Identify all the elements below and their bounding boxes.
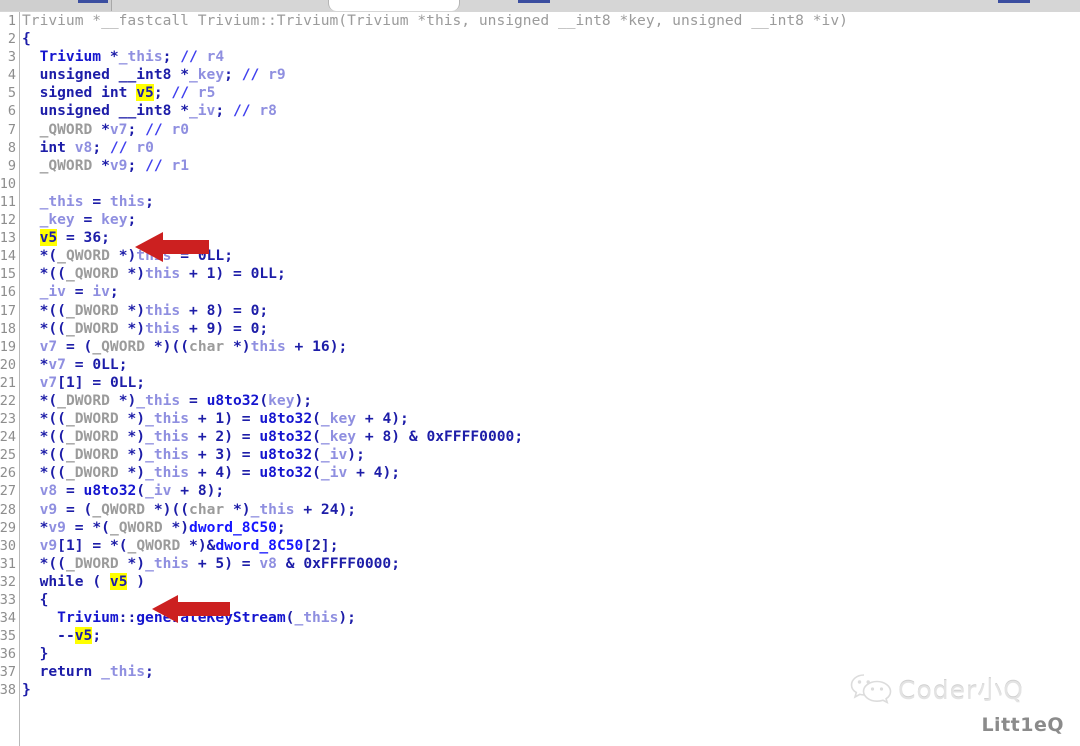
code-line[interactable]: v9 = (_QWORD *)((char *)_this + 24); <box>22 501 1080 519</box>
code-line[interactable]: *((_DWORD *)this + 9) = 0; <box>22 320 1080 338</box>
tab-2[interactable] <box>328 0 460 11</box>
line-number: 2 <box>7 31 16 48</box>
code-line[interactable] <box>22 175 1080 193</box>
arrow-v5-assignment <box>133 230 211 264</box>
line-number: 21 <box>0 374 16 391</box>
code-line[interactable]: int v8; // r0 <box>22 139 1080 157</box>
code-line[interactable]: v8 = u8to32(_iv + 8); <box>22 482 1080 500</box>
line-number: 23 <box>0 411 16 428</box>
line-number: 12 <box>0 212 16 229</box>
code-line[interactable]: *((_DWORD *)this + 8) = 0; <box>22 302 1080 320</box>
pseudocode-editor[interactable]: 1 2 3 4 5 6 7 8 9 10 11 12 13 14 15 16 1… <box>0 12 1080 746</box>
line-number: 1 <box>7 13 16 29</box>
line-number: 8 <box>7 139 16 156</box>
line-number: 18 <box>0 320 16 337</box>
code-line[interactable]: Trivium *_this; // r4 <box>22 48 1080 66</box>
code-line[interactable]: return _this; <box>22 663 1080 681</box>
code-line[interactable]: } <box>22 681 1080 699</box>
line-number: 29 <box>0 519 16 536</box>
tab-3-marker <box>998 0 1030 3</box>
line-number: 35 <box>0 628 16 645</box>
code-line[interactable]: *((_DWORD *)_this + 1) = u8to32(_key + 4… <box>22 410 1080 428</box>
line-number: 7 <box>7 121 16 138</box>
line-number: 38 <box>0 682 16 699</box>
line-number: 13 <box>0 230 16 247</box>
code-area[interactable]: Trivium *__fastcall Trivium::Trivium(Tri… <box>22 12 1080 746</box>
line-number: 11 <box>0 193 16 210</box>
code-line[interactable]: Trivium *__fastcall Trivium::Trivium(Tri… <box>22 12 1080 30</box>
code-line[interactable]: _QWORD *v7; // r0 <box>22 121 1080 139</box>
code-line[interactable]: *(_DWORD *)_this = u8to32(key); <box>22 392 1080 410</box>
arrow-while-v5 <box>150 593 232 625</box>
line-number: 30 <box>0 537 16 554</box>
code-line[interactable]: unsigned __int8 *_key; // r9 <box>22 66 1080 84</box>
code-line[interactable]: while ( v5 ) <box>22 572 1080 591</box>
line-number: 32 <box>0 573 16 590</box>
line-number: 28 <box>0 501 16 518</box>
code-line[interactable]: *v9 = *(_QWORD *)dword_8C50; <box>22 519 1080 537</box>
code-line[interactable]: *((_DWORD *)_this + 4) = u8to32(_iv + 4)… <box>22 464 1080 482</box>
line-number: 22 <box>0 392 16 409</box>
highlighted-token[interactable]: v5 <box>74 627 93 645</box>
highlighted-token[interactable]: v5 <box>136 84 154 102</box>
code-line[interactable]: *((_DWORD *)_this + 5) = v8 & 0xFFFF0000… <box>22 555 1080 573</box>
line-number: 34 <box>0 610 16 627</box>
highlighted-token[interactable]: v5 <box>39 229 58 247</box>
code-line[interactable]: v7[1] = 0LL; <box>22 374 1080 392</box>
line-number: 3 <box>7 49 16 66</box>
code-line[interactable]: v9[1] = *(_QWORD *)&dword_8C50[2]; <box>22 537 1080 555</box>
line-number: 15 <box>0 266 16 283</box>
line-number: 27 <box>0 483 16 500</box>
code-line[interactable]: unsigned __int8 *_iv; // r8 <box>22 102 1080 120</box>
line-number: 4 <box>7 67 16 84</box>
line-number: 37 <box>0 664 16 681</box>
line-number: 17 <box>0 302 16 319</box>
tab-2-marker <box>518 0 550 3</box>
line-number: 31 <box>0 555 16 572</box>
line-number: 24 <box>0 429 16 446</box>
code-line[interactable]: _key = key; <box>22 211 1080 229</box>
line-number: 33 <box>0 592 16 608</box>
code-line[interactable]: { <box>22 30 1080 48</box>
line-number: 5 <box>7 85 16 102</box>
line-number: 36 <box>0 646 16 663</box>
code-line[interactable]: _iv = iv; <box>22 283 1080 301</box>
line-number: 14 <box>0 248 16 265</box>
line-number: 16 <box>0 284 16 301</box>
line-number-gutter: 1 2 3 4 5 6 7 8 9 10 11 12 13 14 15 16 1… <box>0 12 20 746</box>
line-number: 9 <box>7 157 16 174</box>
code-line[interactable]: *((_QWORD *)this + 1) = 0LL; <box>22 265 1080 283</box>
line-number: 26 <box>0 465 16 482</box>
code-line[interactable]: --v5; <box>22 627 1080 645</box>
code-line[interactable]: v7 = (_QWORD *)((char *)this + 16); <box>22 338 1080 356</box>
line-number: 6 <box>7 103 16 120</box>
highlighted-token[interactable]: v5 <box>109 572 128 590</box>
code-line[interactable]: *((_DWORD *)_this + 2) = u8to32(_key + 8… <box>22 428 1080 446</box>
code-line[interactable]: signed int v5; // r5 <box>22 84 1080 102</box>
line-number: 19 <box>0 338 16 355</box>
code-line[interactable]: } <box>22 645 1080 663</box>
line-number: 25 <box>0 447 16 464</box>
line-number: 20 <box>0 356 16 373</box>
code-line[interactable]: _this = this; <box>22 193 1080 211</box>
code-line[interactable]: *v7 = 0LL; <box>22 356 1080 374</box>
code-line[interactable]: _QWORD *v9; // r1 <box>22 157 1080 175</box>
line-number: 10 <box>0 175 16 192</box>
code-line[interactable]: *((_DWORD *)_this + 3) = u8to32(_iv); <box>22 446 1080 464</box>
tab-1-marker <box>78 0 108 3</box>
